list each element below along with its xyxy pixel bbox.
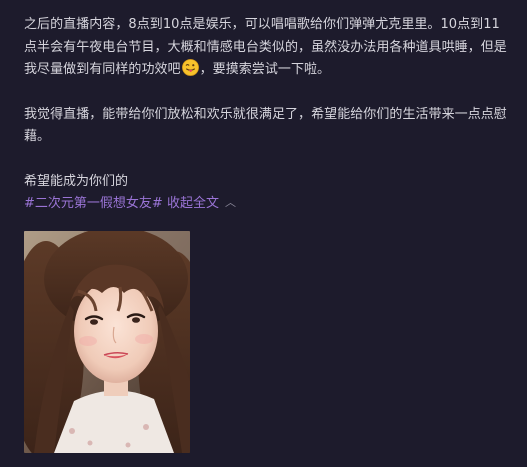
- paragraph-1-text-end: ，要摸索尝试一下啦。: [199, 62, 331, 77]
- collapse-label: 收起全文: [166, 195, 219, 211]
- chevron-up-icon: ︿: [224, 195, 236, 209]
- post-wish-line: 希望能成为你们的: [24, 173, 129, 189]
- tongue-out-emoji-icon: [181, 59, 199, 76]
- collapse-full-text-button[interactable]: 收起全文 ︿: [167, 196, 236, 211]
- post-content: 之后的直播内容，8点到10点是娱乐，可以唱唱歌给你们弹弹尤克里里。10点到11点…: [24, 14, 510, 214]
- hashtag-link[interactable]: #二次元第一假想女友#: [24, 196, 163, 211]
- post-paragraph-2: 我觉得直播，能带给你们放松和欢乐就很满足了，希望能给你们的生活带来一点点慰藉。: [24, 106, 507, 145]
- selfie-photo[interactable]: [24, 231, 190, 453]
- post-tags-row: #二次元第一假想女友# 收起全文 ︿: [24, 193, 510, 214]
- post-paragraph-1: 之后的直播内容，8点到10点是娱乐，可以唱唱歌给你们弹弹尤克里里。10点到11点…: [24, 14, 510, 82]
